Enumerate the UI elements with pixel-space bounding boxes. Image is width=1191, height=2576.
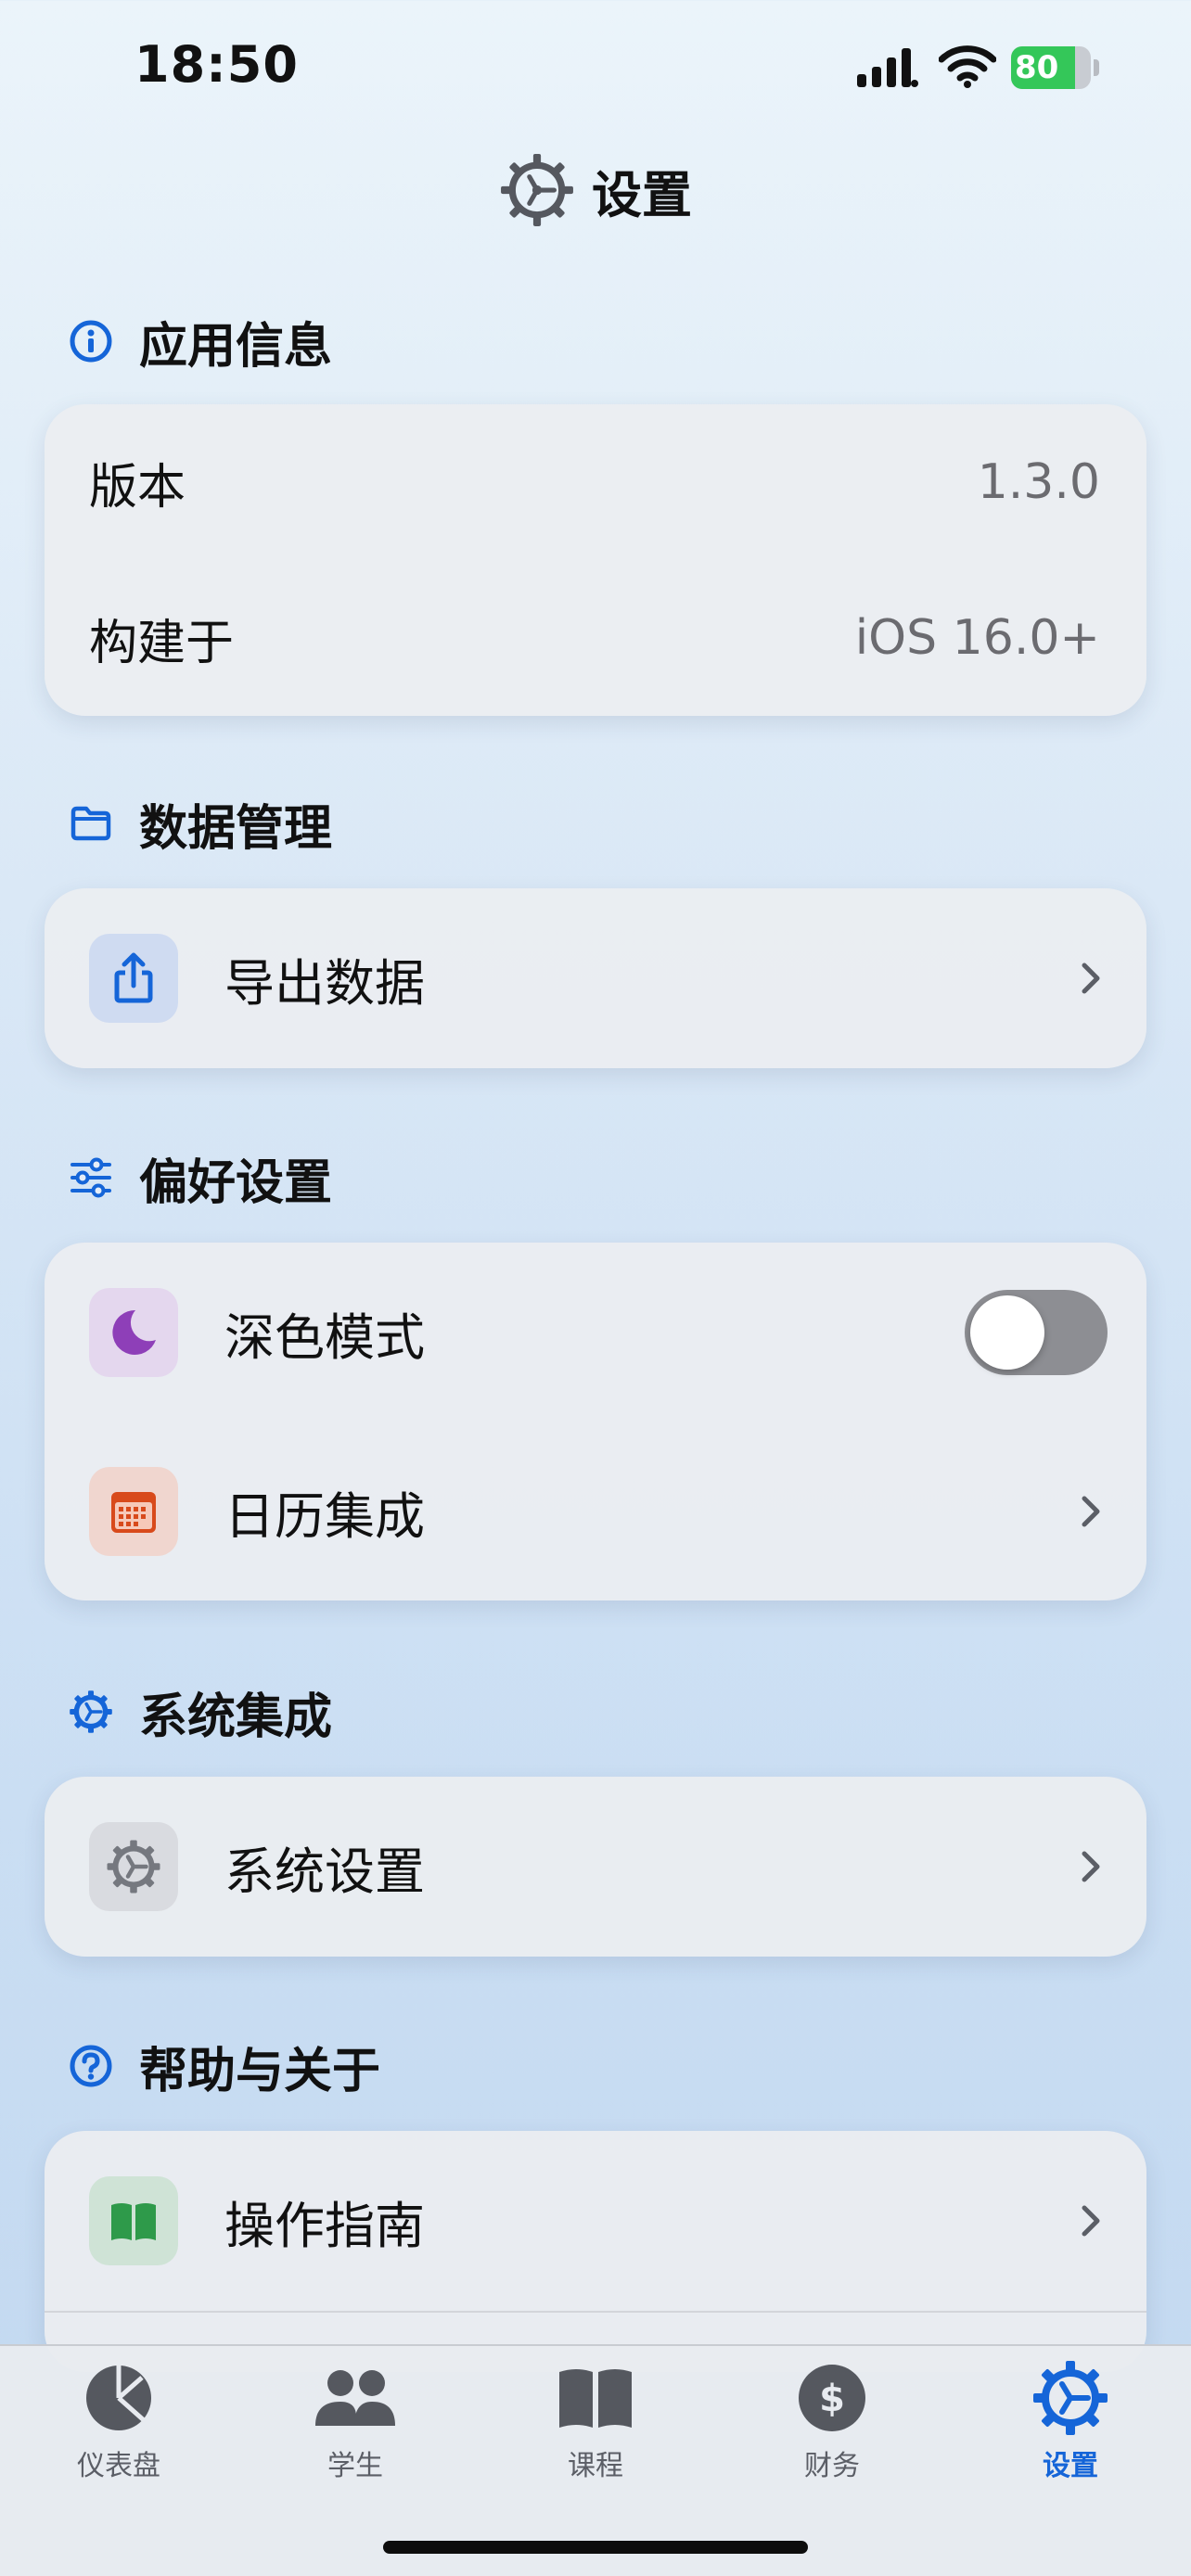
status-bar: 18:50 80 [0,0,1191,139]
tab-label: 学生 [327,2450,383,2482]
version-value: 1.3.0 [977,454,1100,510]
row-divider [45,2311,1146,2313]
pie-chart-icon [86,2366,151,2430]
tab-label: 课程 [568,2450,623,2482]
dark-mode-toggle[interactable] [965,1290,1108,1375]
info-circle-icon [70,320,112,363]
tab-label: 财务 [804,2450,860,2482]
chevron-right-icon [1082,1496,1100,1527]
tab-students[interactable]: 学生 [253,2361,457,2500]
tab-label: 仪表盘 [77,2450,160,2482]
people-icon [315,2370,395,2426]
sliders-icon [70,1157,111,1198]
section-title: 数据管理 [139,800,333,857]
gear-icon [70,1690,112,1733]
gear-icon [501,154,573,226]
tab-label: 设置 [1043,2450,1098,2482]
section-title: 帮助与关于 [139,2043,381,2099]
section-header-help-about: 帮助与关于 [69,2029,380,2103]
question-circle-icon [70,2045,112,2087]
section-header-system-integration: 系统集成 [69,1675,332,1749]
version-label: 版本 [89,459,186,516]
chevron-right-icon [1082,2205,1100,2237]
section-title: 系统集成 [139,1689,333,1745]
folder-icon [70,806,111,841]
calendar-icon [111,1492,156,1533]
system-settings-icon-tile [89,1822,178,1911]
app-info-card: 版本 1.3.0 构建于 iOS 16.0+ [45,404,1146,716]
guide-icon-tile [89,2176,178,2265]
guide-row[interactable]: 操作指南 [45,2131,1146,2311]
nav-bar: 设置 [0,148,1191,232]
chevron-right-icon [1082,963,1100,994]
section-header-preferences: 偏好设置 [69,1141,332,1215]
gear-icon [1033,2361,1108,2435]
tab-settings[interactable]: 设置 [968,2361,1172,2500]
book-icon [559,2369,632,2428]
system-settings-label: 系统设置 [224,1842,425,1901]
book-icon [111,2203,156,2240]
system-integration-card: 系统设置 [45,1777,1146,1957]
build-value: iOS 16.0+ [854,610,1100,666]
calendar-integration-row[interactable]: 日历集成 [45,1422,1146,1600]
toggle-knob [970,1295,1044,1370]
preferences-card: 深色模式 日历集成 [45,1243,1146,1600]
export-icon-tile [89,934,178,1023]
tab-dashboard[interactable]: 仪表盘 [17,2361,221,2500]
battery-indicator: 80 [1011,46,1100,89]
moon-icon [112,1309,156,1355]
svg-text:$: $ [819,2378,845,2420]
section-header-data-management: 数据管理 [69,786,332,861]
data-management-card: 导出数据 [45,888,1146,1068]
section-title: 应用信息 [139,318,333,375]
dollar-icon: $ [799,2365,865,2431]
battery-percentage: 80 [1015,49,1059,86]
dark-mode-icon-tile [89,1288,178,1377]
calendar-integration-label: 日历集成 [224,1486,425,1546]
export-data-row[interactable]: 导出数据 [45,888,1146,1068]
version-row: 版本 1.3.0 [45,404,1146,560]
home-indicator [383,2541,808,2554]
help-about-card: 操作指南 [45,2131,1146,2372]
dark-mode-row: 深色模式 [45,1243,1146,1422]
gear-icon [107,1840,160,1894]
calendar-icon-tile [89,1467,178,1556]
share-icon [114,952,153,1003]
tab-finance[interactable]: $ 财务 [730,2361,934,2500]
tab-courses[interactable]: 课程 [493,2361,698,2500]
section-title: 偏好设置 [139,1154,333,1211]
page-title: 设置 [592,165,692,224]
wifi-icon [939,45,996,88]
build-label: 构建于 [89,615,235,671]
status-time: 18:50 [134,35,299,94]
guide-label: 操作指南 [224,2196,425,2255]
build-row: 构建于 iOS 16.0+ [45,560,1146,716]
section-header-app-info: 应用信息 [69,304,332,378]
dark-mode-label: 深色模式 [224,1307,425,1367]
system-settings-row[interactable]: 系统设置 [45,1777,1146,1957]
export-data-label: 导出数据 [224,953,425,1013]
chevron-right-icon [1082,1851,1100,1882]
cellular-signal-icon [857,48,918,87]
